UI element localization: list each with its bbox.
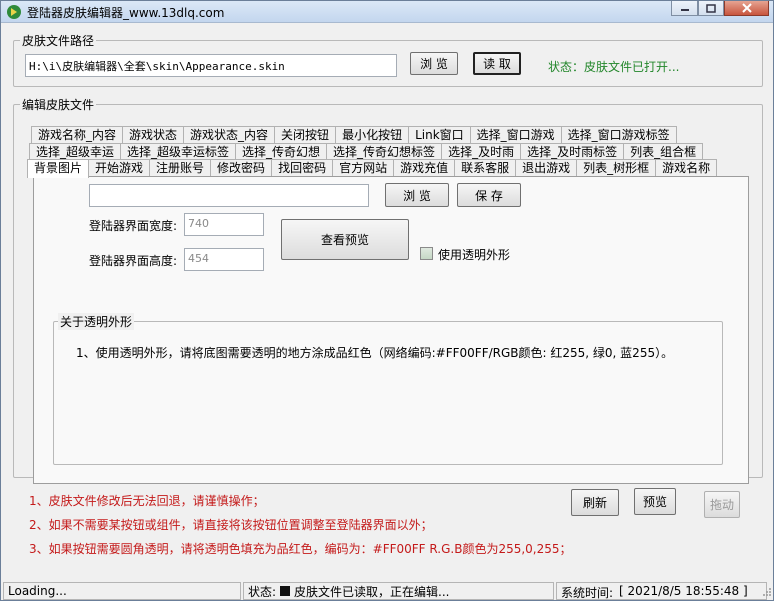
tab-recover-password[interactable]: 找回密码 [271, 159, 334, 176]
app-window: 登陆器皮肤编辑器_www.13dlq.com 皮肤文件路径 H:\i\皮肤编辑器… [0, 0, 774, 601]
file-path-group-title: 皮肤文件路径 [20, 32, 97, 49]
tab-select-timely-rain[interactable]: 选择_及时雨 [441, 143, 522, 160]
preview-button[interactable]: 预览 [634, 488, 676, 515]
status-bar: Loading... 状态: 皮肤文件已读取，正在编辑... 系统时间: [ 2… [1, 581, 773, 601]
tab-game-status-content[interactable]: 游戏状态_内容 [183, 126, 276, 143]
minimize-icon [680, 9, 689, 11]
title-bar[interactable]: 登陆器皮肤编辑器_www.13dlq.com [1, 1, 773, 23]
resize-grip-icon[interactable] [762, 587, 772, 599]
tab-game-name-content[interactable]: 游戏名称_内容 [31, 126, 124, 143]
background-image-path-input[interactable] [89, 184, 369, 207]
panel-browse-button[interactable]: 浏 览 [385, 183, 449, 207]
tab-list-treeview[interactable]: 列表_树形框 [576, 159, 657, 176]
width-label: 登陆器界面宽度: [89, 219, 178, 233]
minimize-button[interactable] [671, 1, 698, 16]
refresh-button[interactable]: 刷新 [571, 489, 619, 516]
status-editing-cell: 状态: 皮肤文件已读取，正在编辑... [243, 582, 554, 600]
system-time-label: 系统时间: [561, 586, 614, 600]
tab-row-2: 选择_超级幸运 选择_超级幸运标签 选择_传奇幻想 选择_传奇幻想标签 选择_及… [29, 143, 704, 160]
transparent-shape-checkbox[interactable] [420, 247, 433, 260]
note-line-3: 3、如果按钮需要圆角透明，请将透明色填充为品红色，编码为：#FF00FF R.G… [29, 542, 572, 556]
tab-row-1: 游戏名称_内容 游戏状态 游戏状态_内容 关闭按钮 最小化按钮 Link窗口 选… [31, 126, 677, 143]
maximize-icon [706, 3, 716, 13]
tab-exit-game[interactable]: 退出游戏 [515, 159, 578, 176]
status-indicator-icon [280, 586, 291, 596]
skin-path-input[interactable]: H:\i\皮肤编辑器\全套\skin\Appearance.skin [25, 54, 397, 77]
transparent-shape-label[interactable]: 使用透明外形 [438, 246, 510, 263]
edit-skin-group-title: 编辑皮肤文件 [20, 96, 97, 113]
drag-button[interactable]: 拖动 [704, 491, 740, 518]
app-icon [7, 5, 21, 19]
tab-game-status[interactable]: 游戏状态 [122, 126, 185, 143]
status-label: 状态: [248, 584, 277, 599]
tab-official-website[interactable]: 官方网站 [332, 159, 395, 176]
close-button[interactable] [724, 1, 769, 16]
tab-list-combobox[interactable]: 列表_组合框 [623, 143, 704, 160]
tab-select-window-game[interactable]: 选择_窗口游戏 [469, 126, 562, 143]
about-transparent-text: 1、使用透明外形，请将底图需要透明的地方涂成品红色（网络编码:#FF00FF/R… [76, 346, 674, 360]
panel-save-button[interactable]: 保 存 [457, 183, 521, 207]
note-line-2: 2、如果不需要某按钮或组件，请直接将该按钮位置调整至登陆器界面以外； [29, 518, 433, 532]
tab-minimize-button[interactable]: 最小化按钮 [335, 126, 410, 143]
close-icon [741, 3, 752, 13]
tab-game-name[interactable]: 游戏名称 [655, 159, 718, 176]
status-loading: Loading... [3, 582, 241, 600]
read-button[interactable]: 读 取 [473, 52, 521, 75]
status-time-cell: 系统时间: [ 2021/8/5 18:55:48 ] [556, 582, 767, 600]
tab-link-window[interactable]: Link窗口 [408, 126, 471, 143]
tab-register-account[interactable]: 注册账号 [149, 159, 212, 176]
tab-contact-support[interactable]: 联系客服 [454, 159, 517, 176]
file-status-text: 状态：皮肤文件已打开... [548, 60, 680, 74]
browse-button[interactable]: 浏 览 [410, 52, 458, 75]
tab-game-recharge[interactable]: 游戏充值 [393, 159, 456, 176]
tab-background-image[interactable]: 背景图片 [27, 159, 90, 178]
system-time-value: [ 2021/8/5 18:55:48 ] [619, 584, 748, 598]
tab-start-game[interactable]: 开始游戏 [88, 159, 151, 176]
height-input[interactable]: 454 [184, 248, 264, 271]
tab-select-super-lucky-label[interactable]: 选择_超级幸运标签 [120, 143, 237, 160]
tab-select-timely-rain-label[interactable]: 选择_及时雨标签 [520, 143, 625, 160]
tab-select-legend-fantasy-label[interactable]: 选择_传奇幻想标签 [326, 143, 443, 160]
about-transparent-group [53, 321, 723, 465]
height-label: 登陆器界面高度: [89, 254, 178, 268]
width-input[interactable]: 740 [184, 213, 264, 236]
tab-select-legend-fantasy[interactable]: 选择_传奇幻想 [235, 143, 328, 160]
about-transparent-title: 关于透明外形 [58, 313, 135, 330]
maximize-button[interactable] [698, 1, 724, 16]
status-editing-text: 皮肤文件已读取，正在编辑... [294, 584, 450, 599]
note-line-1: 1、皮肤文件修改后无法回退，请谨慎操作； [29, 494, 265, 508]
tab-change-password[interactable]: 修改密码 [210, 159, 273, 176]
window-title: 登陆器皮肤编辑器_www.13dlq.com [27, 6, 225, 20]
view-preview-button[interactable]: 查看预览 [281, 219, 409, 260]
tab-select-window-game-label[interactable]: 选择_窗口游戏标签 [560, 126, 677, 143]
tab-select-super-lucky[interactable]: 选择_超级幸运 [29, 143, 122, 160]
tab-close-button[interactable]: 关闭按钮 [274, 126, 337, 143]
